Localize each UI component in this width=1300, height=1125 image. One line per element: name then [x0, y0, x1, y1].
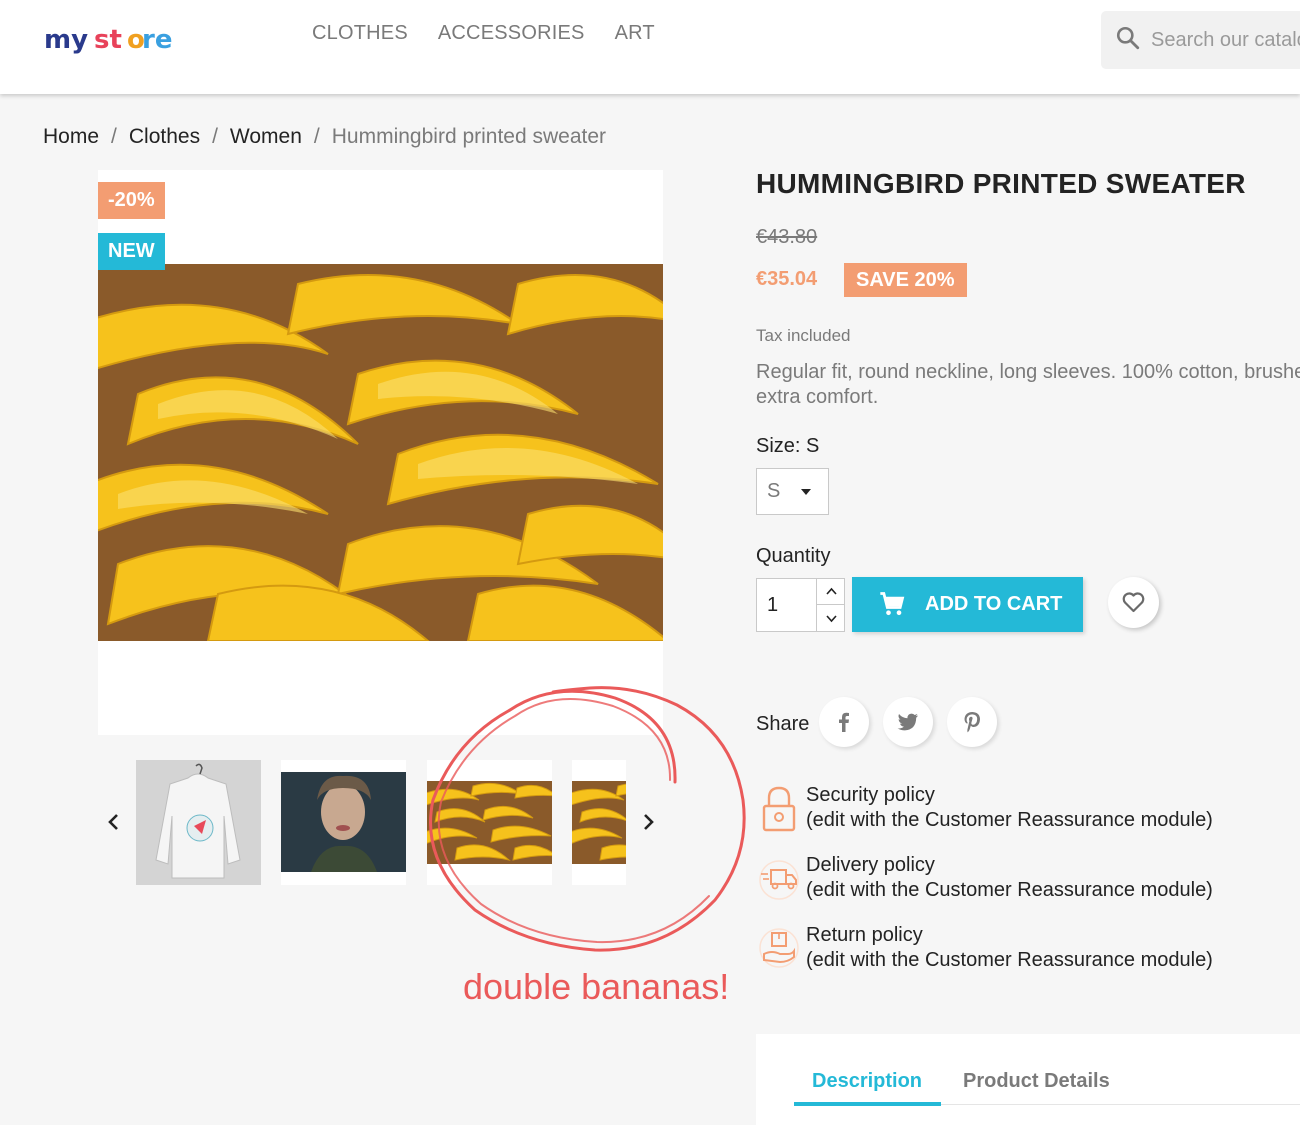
regular-price: €43.80	[756, 226, 818, 248]
store-logo[interactable]: my st o re	[42, 16, 172, 62]
security-policy-title: Security policy	[806, 784, 935, 806]
chevron-up-icon	[826, 587, 837, 595]
nav-art[interactable]: ART	[615, 22, 655, 45]
breadcrumb-separator: /	[111, 125, 117, 148]
active-tab-indicator	[794, 1102, 941, 1106]
breadcrumb-home[interactable]: Home	[43, 125, 99, 149]
quantity-increase-button[interactable]	[816, 579, 845, 605]
product-image-card: -20% NEW	[98, 170, 663, 735]
delivery-policy-subtitle: (edit with the Customer Reassurance modu…	[806, 879, 1213, 901]
main-nav: CLOTHES ACCESSORIES ART	[312, 22, 685, 45]
size-select-value: S	[767, 480, 781, 502]
return-policy-title: Return policy	[806, 924, 923, 946]
breadcrumb-clothes[interactable]: Clothes	[129, 125, 200, 149]
thumb-prev-icon[interactable]	[104, 810, 124, 834]
annotation-text: double bananas!	[463, 966, 730, 1007]
search-icon[interactable]	[1115, 25, 1141, 51]
caret-down-icon	[801, 489, 811, 495]
thumb-next-icon[interactable]	[638, 810, 658, 834]
thumbnail-portrait[interactable]	[281, 760, 406, 885]
size-label: Size: S	[756, 435, 820, 457]
share-label: Share	[756, 713, 810, 735]
site-header: my st o re CLOTHES ACCESSORIES ART	[0, 0, 1300, 94]
thumbnail-sweater[interactable]	[136, 760, 261, 885]
breadcrumb-women[interactable]: Women	[230, 125, 302, 149]
twitter-icon	[897, 713, 918, 731]
product-title: HUMMINGBIRD PRINTED SWEATER	[756, 168, 1246, 199]
tab-product-details[interactable]: Product Details	[963, 1070, 1110, 1093]
return-box-icon	[759, 928, 799, 968]
pinterest-icon	[964, 712, 980, 733]
security-policy: Security policy (edit with the Customer …	[756, 784, 1300, 836]
delivery-policy: Delivery policy (edit with the Customer …	[756, 854, 1300, 906]
svg-text:re: re	[142, 25, 172, 55]
breadcrumb-separator: /	[212, 125, 218, 148]
breadcrumb-separator: /	[313, 125, 320, 148]
search-box	[1101, 11, 1300, 69]
new-badge: NEW	[98, 233, 165, 270]
return-policy: Return policy (edit with the Customer Re…	[756, 924, 1300, 976]
thumbnail-bananas-duplicate[interactable]	[572, 760, 626, 885]
add-to-cart-button[interactable]: ADD TO CART	[852, 577, 1083, 632]
add-to-cart-label: ADD TO CART	[925, 593, 1063, 615]
return-policy-subtitle: (edit with the Customer Reassurance modu…	[806, 949, 1213, 971]
share-pinterest-button[interactable]	[947, 697, 997, 747]
facebook-icon	[839, 712, 849, 732]
product-main-image[interactable]	[98, 264, 663, 641]
thumbnail-strip	[98, 760, 663, 885]
shopping-cart-icon	[880, 592, 905, 616]
quantity-label: Quantity	[756, 545, 831, 567]
nav-accessories[interactable]: ACCESSORIES	[438, 22, 585, 45]
breadcrumb-current: Hummingbird printed sweater	[331, 125, 607, 148]
discount-badge: -20%	[98, 182, 165, 219]
thumbnail-bananas[interactable]	[427, 760, 552, 885]
svg-text:my: my	[44, 25, 88, 55]
product-description-text: Regular fit, round neckline, long sleeve…	[756, 361, 1300, 408]
quantity-input[interactable]	[757, 579, 817, 631]
quantity-decrease-button[interactable]	[816, 605, 845, 631]
security-policy-subtitle: (edit with the Customer Reassurance modu…	[806, 809, 1213, 831]
size-select[interactable]: S	[756, 468, 829, 515]
share-facebook-button[interactable]	[819, 697, 869, 747]
nav-clothes[interactable]: CLOTHES	[312, 22, 408, 45]
save-badge: SAVE 20%	[844, 263, 967, 297]
search-input[interactable]	[1151, 25, 1300, 55]
product-tabs: Description Product Details	[756, 1034, 1300, 1125]
svg-text:st: st	[94, 25, 122, 55]
delivery-truck-icon	[759, 860, 799, 900]
tax-label: Tax included	[756, 326, 851, 345]
breadcrumb: Home / Clothes / Women / Hummingbird pri…	[43, 125, 606, 149]
tab-description[interactable]: Description	[812, 1070, 922, 1093]
wishlist-button[interactable]	[1108, 577, 1159, 628]
quantity-stepper	[756, 578, 845, 632]
product-description: Regular fit, round neckline, long sleeve…	[756, 360, 1300, 410]
chevron-down-icon	[826, 615, 837, 623]
share-twitter-button[interactable]	[883, 697, 933, 747]
heart-icon	[1122, 592, 1145, 613]
delivery-policy-title: Delivery policy	[806, 854, 935, 876]
current-price: €35.04	[756, 268, 818, 290]
lock-icon	[762, 786, 796, 832]
